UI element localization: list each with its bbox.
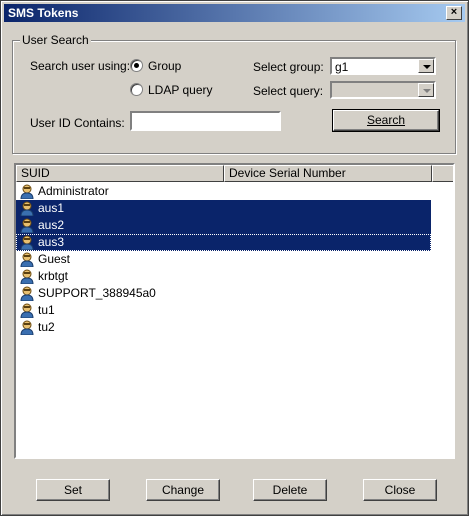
search-button[interactable]: Search [332,109,440,132]
user-icon [20,269,34,284]
column-header-suid[interactable]: SUID [16,165,224,182]
user-icon [20,184,34,199]
select-group-dropdown[interactable]: g1 [330,57,436,75]
user-icon [20,320,34,335]
list-header: SUID Device Serial Number [16,165,453,182]
user-icon [20,235,34,250]
list-item-suid: krbtgt [38,269,69,283]
user-icon [20,286,34,301]
list-item[interactable]: Guest [16,251,431,268]
close-button-label: Close [384,483,416,497]
change-button-label: Change [161,483,205,497]
user-icon [20,218,34,233]
column-header-filler [432,165,453,182]
delete-button-label: Delete [272,483,308,497]
list-item-suid: aus3 [38,235,65,249]
list-item-suid: tu2 [38,320,55,334]
close-icon[interactable]: × [446,6,462,20]
user-icon [20,252,34,267]
chevron-down-icon[interactable] [418,59,434,73]
list-item[interactable]: aus1 [16,200,431,217]
user-icon [20,201,34,216]
set-button-label: Set [63,483,82,497]
set-button[interactable]: Set [36,479,110,501]
userid-contains-input[interactable] [130,111,281,131]
chevron-down-icon[interactable] [418,83,434,97]
select-group-value: g1 [335,60,349,74]
window-title: SMS Tokens [8,6,79,20]
list-item[interactable]: aus3 [16,234,431,251]
list-item-suid: aus2 [38,218,65,232]
group-radio-label[interactable]: Group [148,59,181,73]
delete-button[interactable]: Delete [253,479,327,501]
list-item[interactable]: aus2 [16,217,431,234]
ldap-query-radio-label[interactable]: LDAP query [148,83,212,97]
list-item-suid: Guest [38,252,71,266]
list-item[interactable]: krbtgt [16,268,431,285]
list-item[interactable]: Administrator [16,183,431,200]
select-query-label: Select query: [253,84,324,98]
list-item[interactable]: tu1 [16,302,431,319]
group-radio[interactable] [130,59,143,72]
list-item[interactable]: tu2 [16,319,431,336]
user-search-legend: User Search [20,33,91,47]
select-group-label: Select group: [253,60,324,74]
list-item-suid: Administrator [38,184,109,198]
list-item-suid: tu1 [38,303,55,317]
column-header-device-serial[interactable]: Device Serial Number [224,165,432,182]
userid-contains-label: User ID Contains: [30,116,125,130]
select-query-dropdown[interactable] [330,81,436,99]
change-button[interactable]: Change [146,479,220,501]
column-header-suid-label: SUID [21,166,50,180]
user-icon [20,303,34,318]
title-bar[interactable]: SMS Tokens × [4,4,465,22]
close-button[interactable]: Close [363,479,437,501]
search-button-label: Search [366,113,406,127]
list-item-suid: SUPPORT_388945a0 [38,286,156,300]
ldap-query-radio[interactable] [130,83,143,96]
token-list[interactable]: SUID Device Serial Number Administrator a… [14,163,455,459]
column-header-device-serial-label: Device Serial Number [229,166,346,180]
list-item-suid: aus1 [38,201,65,215]
list-item[interactable]: SUPPORT_388945a0 [16,285,431,302]
search-using-label: Search user using: [30,59,131,73]
